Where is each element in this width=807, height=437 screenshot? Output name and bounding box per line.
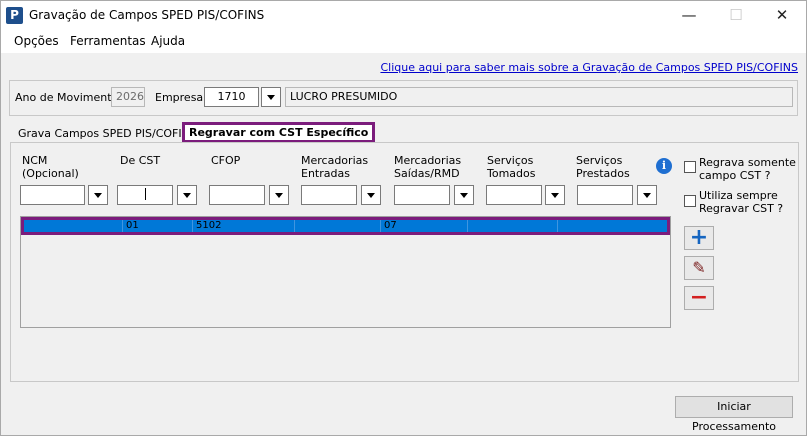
serv-prestados-dropdown-button[interactable] xyxy=(637,185,657,205)
title-bar: P Gravação de Campos SPED PIS/COFINS — ☐… xyxy=(1,1,806,31)
utiliza-sempre-label: Utiliza sempre Regravar CST ? xyxy=(699,189,784,215)
tab-regravar-cst[interactable]: Regravar com CST Específico xyxy=(182,122,376,143)
plus-icon: + xyxy=(689,225,709,250)
text-cursor xyxy=(145,188,146,200)
merc-saidas-select[interactable] xyxy=(394,185,450,205)
cst-grid[interactable]: 01 5102 07 xyxy=(20,216,671,328)
cfop-select[interactable] xyxy=(209,185,265,205)
serv-prestados-label: Serviços Prestados xyxy=(576,154,630,180)
serv-tomados-select[interactable] xyxy=(486,185,542,205)
regrava-cst-label: Regrava somente campo CST ? xyxy=(699,156,796,182)
help-link[interactable]: Clique aqui para saber mais sobre a Grav… xyxy=(380,61,798,74)
chevron-down-icon xyxy=(460,193,468,198)
serv-tomados-dropdown-button[interactable] xyxy=(545,185,565,205)
chevron-down-icon xyxy=(643,193,651,198)
close-button[interactable]: ✕ xyxy=(759,1,805,31)
merc-entradas-dropdown-button[interactable] xyxy=(361,185,381,205)
add-button[interactable]: + xyxy=(684,226,714,250)
cfop-label: CFOP xyxy=(211,154,241,167)
cell-de-cst: 01 xyxy=(123,220,193,232)
chevron-down-icon xyxy=(267,95,275,100)
de-cst-dropdown-button[interactable] xyxy=(177,185,197,205)
serv-prestados-select[interactable] xyxy=(577,185,633,205)
minus-icon: − xyxy=(689,285,709,310)
cell-ncm xyxy=(24,220,123,232)
chevron-down-icon xyxy=(94,193,102,198)
info-icon[interactable]: i xyxy=(656,158,672,174)
empresa-label: Empresa: xyxy=(155,91,207,104)
minimize-button[interactable]: — xyxy=(666,1,712,31)
remove-button[interactable]: − xyxy=(684,286,714,310)
empresa-name-field: LUCRO PRESUMIDO xyxy=(285,87,793,107)
empresa-input[interactable]: 1710 xyxy=(204,87,259,107)
chevron-down-icon xyxy=(183,193,191,198)
cell-serv-tomados xyxy=(468,220,558,232)
chevron-down-icon xyxy=(275,193,283,198)
empresa-dropdown-button[interactable] xyxy=(261,87,281,107)
utiliza-sempre-checkbox[interactable] xyxy=(684,195,696,207)
iniciar-processamento-button[interactable]: Iniciar Processamento xyxy=(675,396,793,433)
menu-ajuda[interactable]: Ajuda xyxy=(151,34,185,48)
menu-opcoes[interactable]: Opções xyxy=(14,34,59,48)
chevron-down-icon xyxy=(551,193,559,198)
merc-entradas-label: Mercadorias Entradas xyxy=(301,154,369,180)
regrava-cst-checkbox[interactable] xyxy=(684,161,696,173)
menu-bar: Opções Ferramentas Ajuda xyxy=(1,31,806,53)
menu-ferramentas[interactable]: Ferramentas xyxy=(70,34,146,48)
ncm-label: NCM (Opcional) xyxy=(22,154,79,180)
de-cst-label: De CST xyxy=(120,154,161,167)
chevron-down-icon xyxy=(367,193,375,198)
main-window: P Gravação de Campos SPED PIS/COFINS — ☐… xyxy=(0,0,807,436)
ncm-dropdown-button[interactable] xyxy=(88,185,108,205)
cell-cfop: 5102 xyxy=(193,220,295,232)
ano-label: Ano de Movimento: xyxy=(15,91,122,104)
app-icon: P xyxy=(6,7,23,24)
cell-merc-saidas: 07 xyxy=(381,220,468,232)
cell-merc-entradas xyxy=(295,220,381,232)
merc-entradas-select[interactable] xyxy=(301,185,357,205)
table-row[interactable]: 01 5102 07 xyxy=(21,217,670,235)
pencil-icon: ✎ xyxy=(692,258,706,277)
serv-tomados-label: Serviços Tomados xyxy=(487,154,536,180)
merc-saidas-label: Mercadorias Saídas/RMD xyxy=(394,154,462,180)
ano-input[interactable]: 2026 xyxy=(111,87,145,107)
cfop-dropdown-button[interactable] xyxy=(269,185,289,205)
tab-grava-campos[interactable]: Grava Campos SPED PIS/COFINS xyxy=(18,127,197,140)
edit-button[interactable]: ✎ xyxy=(684,256,714,280)
de-cst-select[interactable] xyxy=(117,185,173,205)
cell-serv-prestados xyxy=(558,220,667,232)
window-title: Gravação de Campos SPED PIS/COFINS xyxy=(29,8,265,22)
maximize-button[interactable]: ☐ xyxy=(713,1,759,31)
merc-saidas-dropdown-button[interactable] xyxy=(454,185,474,205)
ncm-select[interactable] xyxy=(20,185,85,205)
